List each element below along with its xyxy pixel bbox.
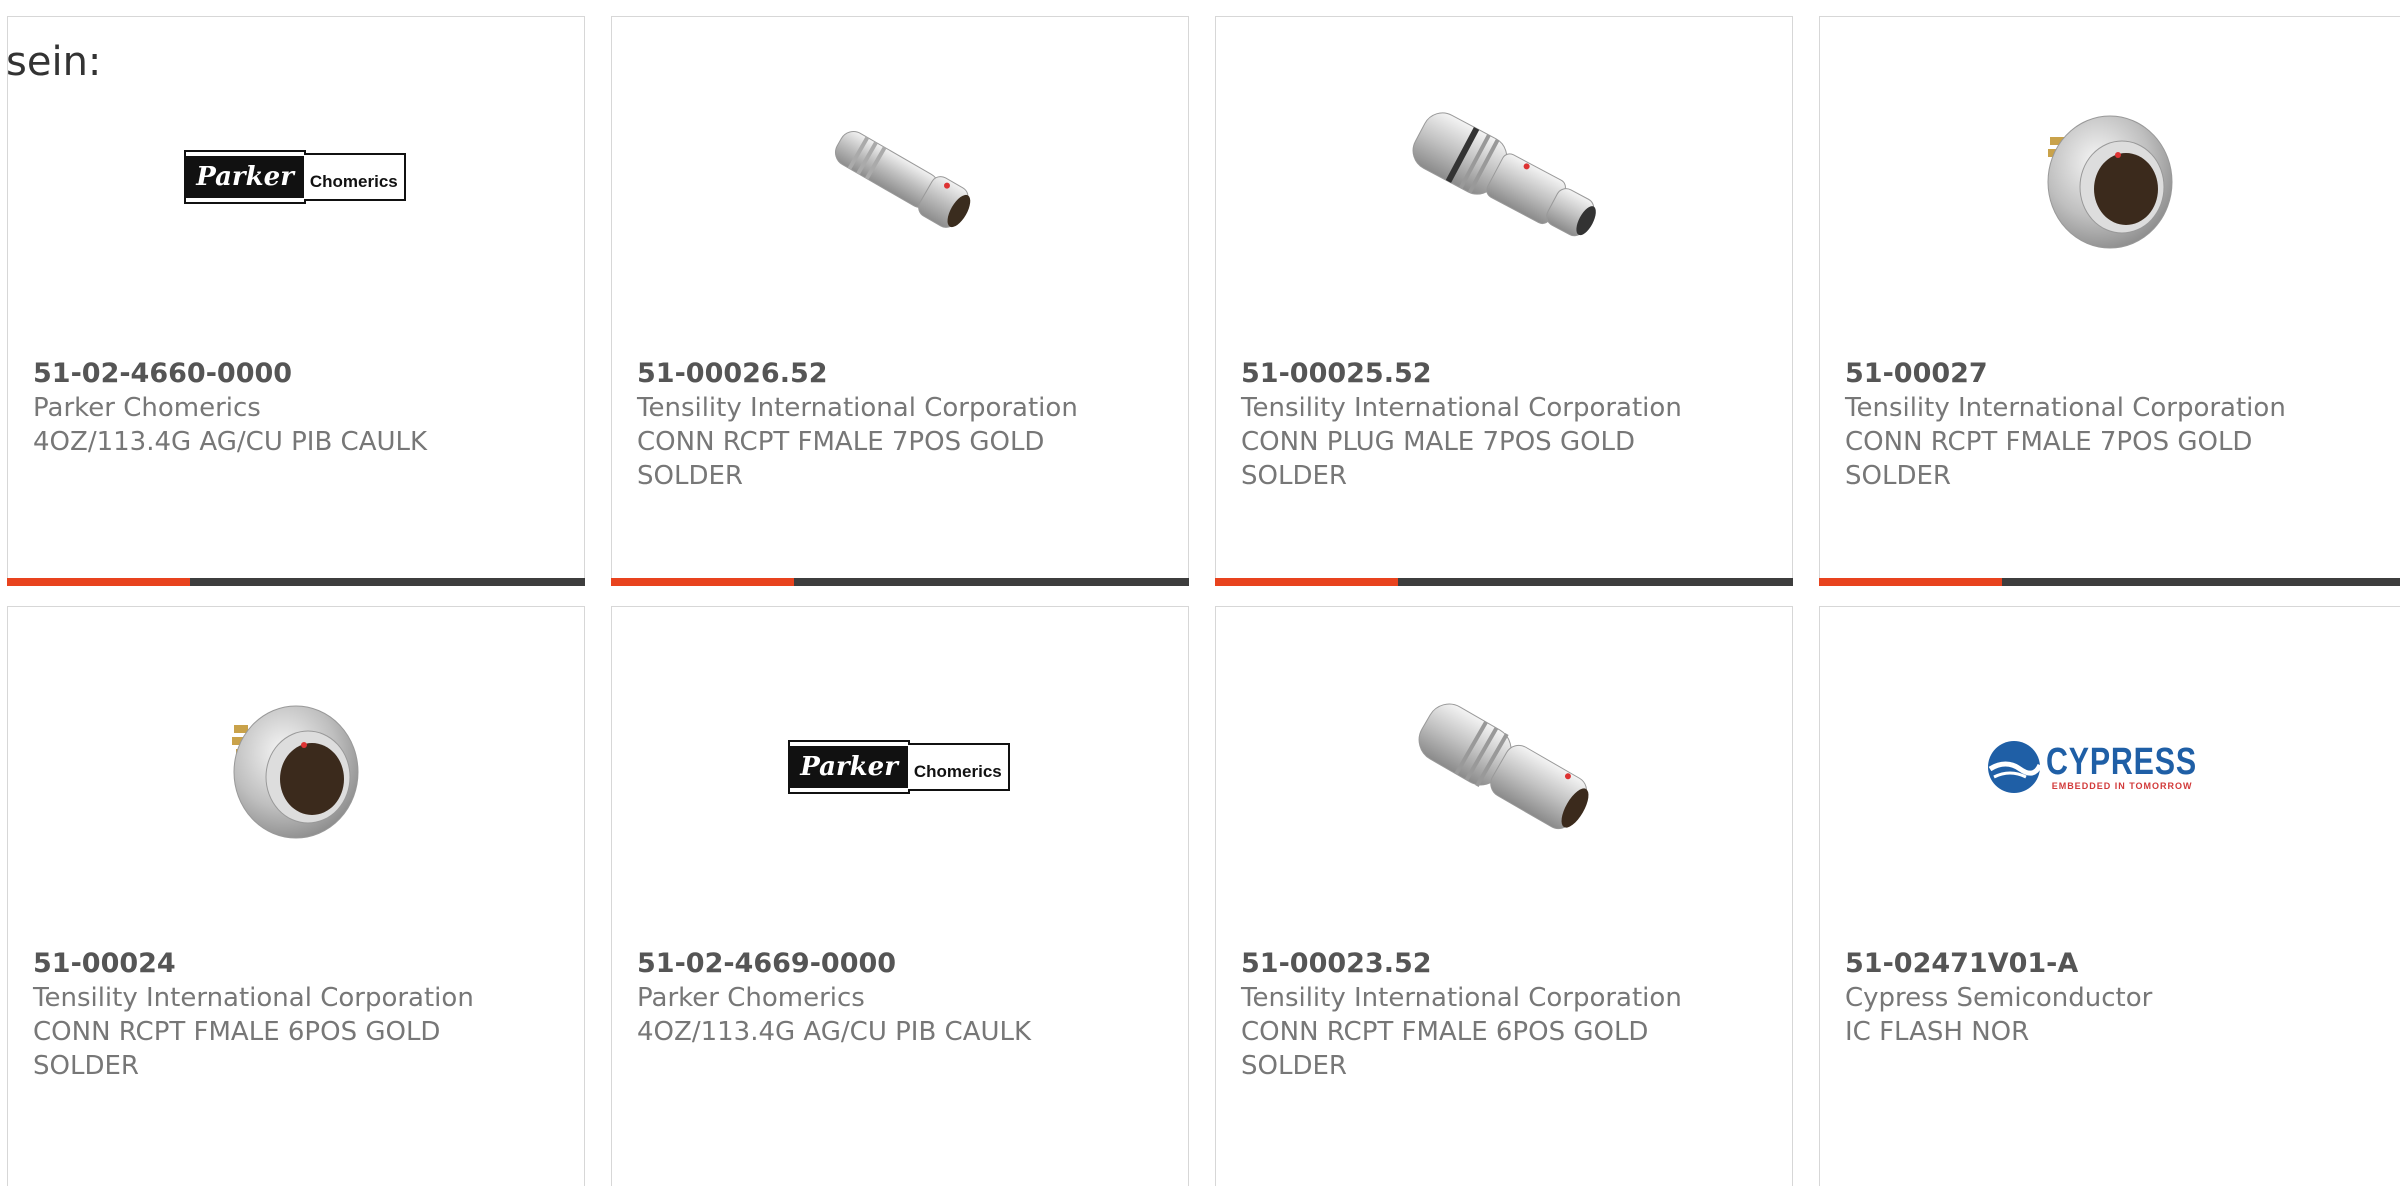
product-image (612, 77, 1188, 277)
description-cont: SOLDER (33, 1051, 139, 1081)
product-card[interactable]: CYPRESS EMBEDDED IN TOMORROW 51-02471V01… (1819, 606, 2400, 1186)
product-card[interactable]: Parker Chomerics 51-02-4669-0000 Parker … (611, 606, 1189, 1186)
connector-plug-icon (1418, 703, 1589, 830)
description: CONN RCPT FMALE 7POS GOLD (1845, 427, 2253, 457)
card-bar (7, 578, 585, 586)
cypress-swoosh-icon (1987, 741, 2042, 793)
card-bar (611, 578, 1189, 586)
card-bar-accent (611, 578, 794, 586)
parker-chomerics-logo: Parker Chomerics (788, 740, 1010, 794)
part-number[interactable]: 51-02471V01-A (1845, 947, 2375, 981)
manufacturer: Tensility International Corporation (1845, 393, 2286, 423)
description-cont: SOLDER (1241, 1051, 1347, 1081)
manufacturer: Tensility International Corporation (1241, 393, 1682, 423)
card-bar (1819, 578, 2400, 586)
product-grid: Parker Chomerics 51-02-4660-0000 Parker … (0, 0, 2400, 1186)
product-card[interactable]: 51-00027 Tensility International Corpora… (1819, 16, 2400, 586)
connector-plug-icon (1412, 112, 1596, 237)
product-image: Parker Chomerics (612, 667, 1188, 867)
manufacturer: Tensility International Corporation (637, 393, 1078, 423)
cypress-logo: CYPRESS EMBEDDED IN TOMORROW (1986, 739, 2235, 795)
product-image: Parker Chomerics (8, 77, 584, 277)
card-bar-accent (7, 578, 190, 586)
part-number[interactable]: 51-02-4669-0000 (637, 947, 1163, 981)
description-cont: SOLDER (1845, 461, 1951, 491)
product-image (1216, 667, 1792, 867)
description: CONN RCPT FMALE 7POS GOLD (637, 427, 1045, 457)
description-cont: SOLDER (637, 461, 743, 491)
manufacturer: Tensility International Corporation (33, 983, 474, 1013)
product-card[interactable]: 51-00024 Tensility International Corpora… (7, 606, 585, 1186)
product-card[interactable]: 51-00026.52 Tensility International Corp… (611, 16, 1189, 586)
intro-text: sein: (6, 39, 102, 85)
description: CONN RCPT FMALE 6POS GOLD (33, 1017, 441, 1047)
connector-receptacle-icon (232, 705, 359, 839)
product-image (1216, 77, 1792, 277)
description: 4OZ/113.4G AG/CU PIB CAULK (637, 1017, 1032, 1047)
product-card[interactable]: 51-00025.52 Tensility International Corp… (1215, 16, 1793, 586)
part-number[interactable]: 51-00026.52 (637, 357, 1163, 391)
description-cont: SOLDER (1241, 461, 1347, 491)
description: IC FLASH NOR (1845, 1017, 2030, 1047)
description: CONN PLUG MALE 7POS GOLD (1241, 427, 1636, 457)
part-number[interactable]: 51-00025.52 (1241, 357, 1767, 391)
card-bar (1215, 578, 1793, 586)
product-card[interactable]: 51-00023.52 Tensility International Corp… (1215, 606, 1793, 1186)
manufacturer: Tensility International Corporation (1241, 983, 1682, 1013)
parker-chomerics-logo: Parker Chomerics (184, 150, 406, 204)
product-image (1820, 77, 2400, 277)
product-image (8, 667, 584, 867)
part-number[interactable]: 51-00027 (1845, 357, 2375, 391)
part-number[interactable]: 51-00023.52 (1241, 947, 1767, 981)
card-bar-accent (1819, 578, 2002, 586)
product-card[interactable]: Parker Chomerics 51-02-4660-0000 Parker … (7, 16, 585, 586)
card-bar-accent (1215, 578, 1398, 586)
connector-receptacle-icon (2047, 115, 2173, 249)
part-number[interactable]: 51-02-4660-0000 (33, 357, 559, 391)
manufacturer: Parker Chomerics (637, 983, 865, 1013)
part-number[interactable]: 51-00024 (33, 947, 559, 981)
manufacturer: Parker Chomerics (33, 393, 261, 423)
connector-plug-icon (835, 131, 971, 228)
product-image: CYPRESS EMBEDDED IN TOMORROW (1820, 667, 2400, 867)
description: 4OZ/113.4G AG/CU PIB CAULK (33, 427, 428, 457)
description: CONN RCPT FMALE 6POS GOLD (1241, 1017, 1649, 1047)
manufacturer: Cypress Semiconductor (1845, 983, 2153, 1013)
